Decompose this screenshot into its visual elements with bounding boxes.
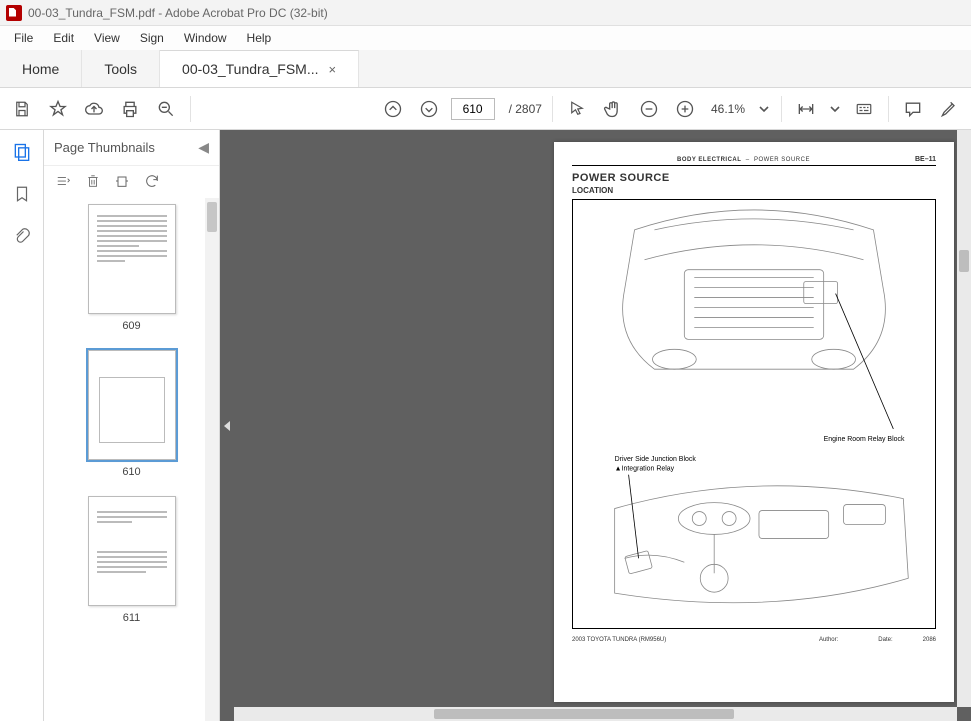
menu-edit[interactable]: Edit (45, 29, 82, 47)
menu-file[interactable]: File (6, 29, 41, 47)
find-button[interactable] (152, 95, 180, 123)
fit-width-button[interactable] (792, 95, 820, 123)
read-mode-button[interactable] (850, 95, 878, 123)
zoom-dropdown[interactable] (757, 95, 771, 123)
page-number-input[interactable] (451, 98, 495, 120)
document-view[interactable]: BODY ELECTRICAL – POWER SOURCE BE–11 POW… (234, 130, 971, 721)
thumbnail-label: 610 (122, 466, 140, 478)
main: Page Thumbnails ◀ 609 610 611 (0, 130, 971, 721)
select-tool[interactable] (563, 95, 591, 123)
page-header-section: BODY ELECTRICAL – POWER SOURCE (572, 157, 915, 163)
doc-scrollbar-vertical[interactable] (957, 130, 971, 707)
thumbnails-list: 609 610 611 (44, 198, 219, 721)
page-up-button[interactable] (379, 95, 407, 123)
pdf-page: BODY ELECTRICAL – POWER SOURCE BE–11 POW… (554, 142, 954, 702)
attachments-rail-button[interactable] (10, 224, 34, 248)
thumbnail-label: 611 (123, 612, 141, 624)
label-junction-block: Driver Side Junction Block (615, 456, 697, 463)
comment-button[interactable] (899, 95, 927, 123)
thumbnails-pane: Page Thumbnails ◀ 609 610 611 (44, 130, 220, 721)
app-icon (6, 5, 22, 21)
cloud-upload-button[interactable] (80, 95, 108, 123)
menu-view[interactable]: View (86, 29, 128, 47)
page-title: POWER SOURCE (572, 172, 936, 184)
page-subtitle: LOCATION (572, 186, 936, 195)
page-down-button[interactable] (415, 95, 443, 123)
page-figure: Engine Room Relay Block Driver Side Junc… (572, 199, 936, 629)
tabs-row: Home Tools 00-03_Tundra_FSM... × (0, 50, 971, 88)
page-header-number: BE–11 (915, 156, 936, 163)
toolbar: / 2807 46.1% (0, 88, 971, 130)
thumb-delete-button[interactable] (86, 173, 100, 192)
thumbnails-header: Page Thumbnails ◀ (44, 130, 219, 166)
save-button[interactable] (8, 95, 36, 123)
zoom-value: 46.1% (707, 102, 749, 116)
footer-date: Date: (878, 637, 892, 643)
thumbnails-scrollbar[interactable] (205, 198, 219, 721)
bookmark-rail-button[interactable] (10, 182, 34, 206)
menu-sign[interactable]: Sign (132, 29, 172, 47)
menu-window[interactable]: Window (176, 29, 235, 47)
thumb-refresh-button[interactable] (144, 173, 160, 192)
tab-tools[interactable]: Tools (82, 50, 160, 87)
collapse-pane-icon[interactable]: ◀ (198, 139, 209, 156)
label-integration-relay: ▲Integration Relay (615, 466, 675, 473)
menu-help[interactable]: Help (239, 29, 280, 47)
footer-model: 2003 TOYOTA TUNDRA (RM956U) (572, 637, 819, 643)
window-title: 00-03_Tundra_FSM.pdf - Adobe Acrobat Pro… (28, 6, 328, 20)
zoom-in-button[interactable] (671, 95, 699, 123)
doc-scrollbar-horizontal[interactable] (234, 707, 957, 721)
thumbnails-title: Page Thumbnails (54, 140, 155, 155)
close-icon[interactable]: × (329, 62, 337, 77)
chevron-left-icon (224, 421, 230, 431)
star-button[interactable] (44, 95, 72, 123)
titlebar: 00-03_Tundra_FSM.pdf - Adobe Acrobat Pro… (0, 0, 971, 26)
page-footer: 2003 TOYOTA TUNDRA (RM956U) Author: Date… (572, 637, 936, 643)
tab-home[interactable]: Home (0, 50, 82, 87)
thumbnail-label: 609 (122, 320, 140, 332)
fit-dropdown[interactable] (828, 95, 842, 123)
thumb-rotate-button[interactable] (114, 173, 130, 192)
thumb-options-button[interactable] (54, 174, 72, 191)
thumbnail-611[interactable]: 611 (44, 496, 219, 624)
highlight-button[interactable] (935, 95, 963, 123)
pane-resize-gutter[interactable] (220, 130, 234, 721)
left-rail (0, 130, 44, 721)
tab-document-label: 00-03_Tundra_FSM... (182, 61, 318, 77)
hand-tool[interactable] (599, 95, 627, 123)
menubar: File Edit View Sign Window Help (0, 26, 971, 50)
thumbnails-rail-button[interactable] (10, 140, 34, 164)
label-engine-relay: Engine Room Relay Block (824, 436, 905, 443)
thumbnails-tools (44, 166, 219, 198)
zoom-out-button[interactable] (635, 95, 663, 123)
footer-pagenum: 2086 (923, 637, 936, 643)
footer-author: Author: (819, 637, 838, 643)
thumbnail-609[interactable]: 609 (44, 204, 219, 332)
print-button[interactable] (116, 95, 144, 123)
thumbnail-610[interactable]: 610 (44, 350, 219, 478)
page-total: / 2807 (509, 102, 542, 116)
tab-document[interactable]: 00-03_Tundra_FSM... × (160, 50, 359, 87)
